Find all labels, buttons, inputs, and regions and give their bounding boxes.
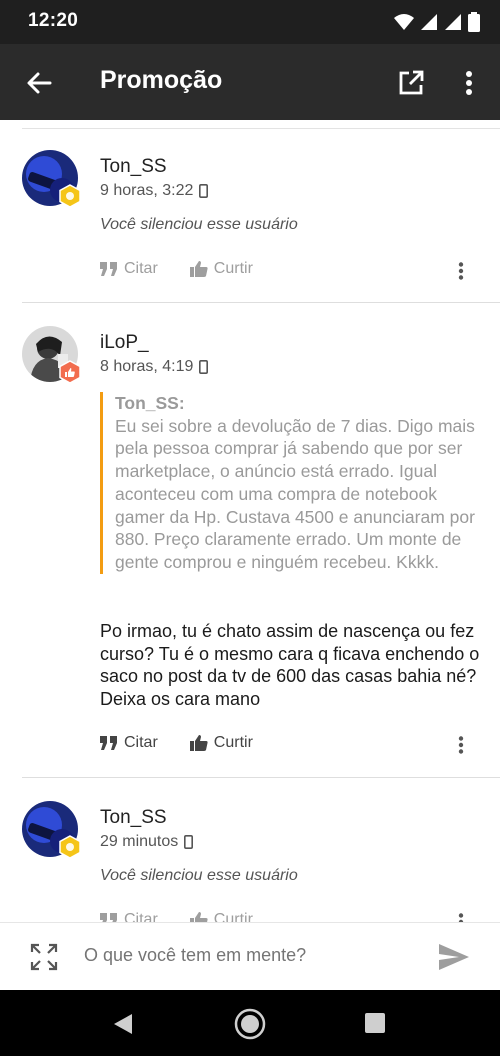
quote-author: Ton_SS: [115, 393, 185, 413]
level-badge-icon [59, 835, 81, 859]
system-nav-bar [0, 990, 500, 1056]
like-label: Curtir [213, 734, 253, 751]
square-recents-icon [365, 1013, 385, 1033]
like-button[interactable]: Curtir [189, 734, 253, 752]
arrow-left-icon [27, 72, 52, 94]
thumbs-up-icon [189, 261, 208, 277]
open-external-icon [399, 70, 424, 95]
page-title: Promoção [100, 66, 223, 94]
more-vertical-icon [458, 913, 464, 922]
send-icon [439, 944, 469, 970]
more-vertical-icon [458, 262, 464, 280]
comment-input[interactable] [84, 945, 414, 966]
silenced-notice: Você silenciou esse usuário [100, 216, 298, 233]
username[interactable]: Ton_SS [100, 807, 167, 829]
quote-icon [100, 262, 117, 276]
mobile-device-icon [199, 360, 209, 374]
triangle-back-icon [114, 1014, 132, 1034]
send-button[interactable] [438, 943, 470, 971]
thumbs-up-icon [189, 912, 208, 922]
post-menu-button[interactable] [452, 911, 470, 922]
level-badge-icon [59, 184, 81, 208]
like-button[interactable]: Curtir [189, 260, 253, 278]
quote-text: Eu sei sobre a devolução de 7 dias. Digo… [115, 415, 475, 572]
open-external-button[interactable] [394, 66, 428, 100]
like-label: Curtir [213, 260, 253, 277]
post-time: 29 minutos [100, 833, 179, 850]
mobile-device-icon [199, 184, 209, 198]
comment-composer [0, 922, 500, 990]
expand-icon [30, 943, 58, 971]
quote-label: Citar [124, 911, 158, 922]
post-meta: 9 horas, 3:22 [100, 182, 209, 200]
more-options-button[interactable] [454, 66, 484, 100]
status-time: 12:20 [28, 10, 79, 31]
post-menu-button[interactable] [452, 260, 470, 282]
divider [22, 777, 500, 778]
signal-icon [421, 14, 437, 30]
comment-body: Po irmao, tu é chato assim de nascença o… [100, 621, 480, 710]
signal-icon-2 [445, 14, 461, 30]
quote-label: Citar [124, 734, 158, 751]
app-bar: Promoção [0, 44, 500, 120]
quote-label: Citar [124, 260, 158, 277]
nav-home-button[interactable] [234, 1008, 266, 1045]
post-actions: Citar Curtir [100, 260, 285, 278]
like-button[interactable]: Curtir [189, 911, 253, 922]
quote-button[interactable]: Citar [100, 911, 158, 922]
quote-button[interactable]: Citar [100, 734, 158, 752]
divider [22, 302, 500, 303]
post-meta: 8 horas, 4:19 [100, 358, 209, 376]
expand-composer-button[interactable] [30, 943, 58, 971]
battery-icon [468, 12, 480, 32]
level-badge-icon [59, 360, 81, 384]
quote-button[interactable]: Citar [100, 260, 158, 278]
avatar[interactable] [22, 801, 81, 859]
silenced-notice: Você silenciou esse usuário [100, 867, 298, 884]
nav-recents-button[interactable] [364, 1012, 386, 1039]
home-circle-icon [234, 1008, 266, 1040]
post-time: 9 horas, 3:22 [100, 182, 194, 199]
status-icons [394, 12, 480, 32]
post-time: 8 horas, 4:19 [100, 358, 194, 375]
like-label: Curtir [213, 911, 253, 922]
post-actions: Citar Curtir [100, 734, 285, 752]
username[interactable]: iLoP_ [100, 332, 149, 354]
nav-back-button[interactable] [112, 1012, 134, 1041]
quote-icon [100, 736, 117, 750]
username[interactable]: Ton_SS [100, 156, 167, 178]
avatar[interactable] [22, 326, 81, 384]
mobile-device-icon [184, 835, 194, 849]
thumbs-up-icon [189, 735, 208, 751]
post-actions: Citar Curtir [100, 911, 285, 922]
status-bar: 12:20 [0, 0, 500, 44]
comment-thread[interactable]: Ton_SS 9 horas, 3:22 Você silenciou esse… [0, 120, 500, 922]
post-meta: 29 minutos [100, 833, 194, 851]
quote-icon [100, 913, 117, 922]
more-vertical-icon [466, 71, 472, 95]
more-vertical-icon [458, 736, 464, 754]
quoted-reply: Ton_SS: Eu sei sobre a devolução de 7 di… [100, 392, 480, 574]
wifi-icon [394, 14, 414, 30]
back-button[interactable] [22, 66, 56, 100]
avatar[interactable] [22, 150, 81, 208]
post-menu-button[interactable] [452, 734, 470, 756]
divider [22, 128, 500, 129]
